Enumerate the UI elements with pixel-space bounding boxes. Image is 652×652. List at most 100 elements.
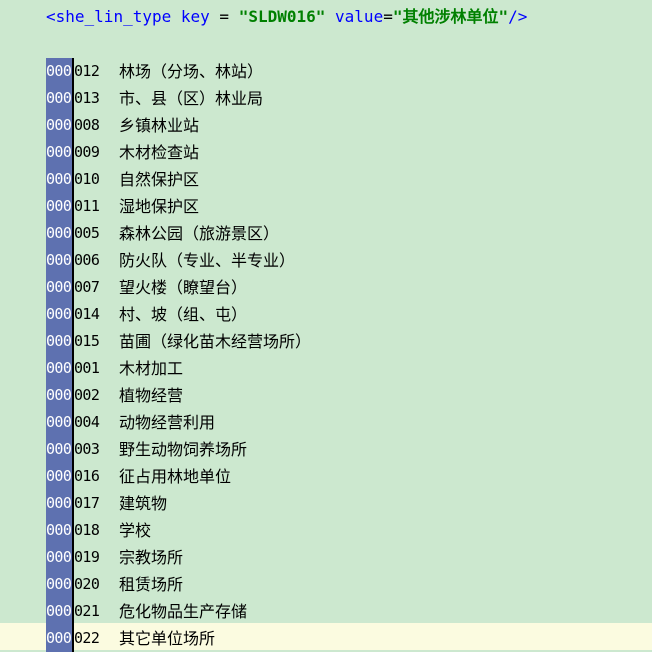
unit-name: 野生动物饲养场所 (119, 440, 248, 459)
list-item[interactable]: 000 013 市、县（区）林业局 (0, 85, 652, 112)
list-item[interactable]: 000 010 自然保护区 (0, 166, 652, 193)
code-suffix: 004 (74, 413, 100, 431)
code-suffix: 019 (74, 548, 100, 566)
code-suffix: 001 (74, 359, 100, 377)
code-suffix: 006 (74, 251, 100, 269)
code-prefix-selected: 000 (46, 62, 72, 80)
code-prefix-selected: 000 (46, 602, 72, 620)
list-item[interactable]: 000 004 动物经营利用 (0, 409, 652, 436)
xml-self-close: /> (508, 7, 528, 26)
unit-name: 植物经营 (119, 386, 184, 405)
code-prefix-selected: 000 (46, 116, 72, 134)
list-item[interactable]: 000 016 征占用林地单位 (0, 463, 652, 490)
code-prefix-selected: 000 (46, 332, 72, 350)
code-suffix: 021 (74, 602, 100, 620)
unit-name: 市、县（区）林业局 (119, 89, 264, 108)
code-prefix-selected: 000 (46, 386, 72, 404)
text-caret (72, 58, 74, 652)
code-suffix: 015 (74, 332, 100, 350)
code-suffix: 002 (74, 386, 100, 404)
list-item[interactable]: 000 018 学校 (0, 517, 652, 544)
code-suffix: 012 (74, 62, 100, 80)
code-suffix: 017 (74, 494, 100, 512)
unit-name: 建筑物 (119, 494, 168, 513)
list-item[interactable]: 000 012 林场（分场、林站） (0, 58, 652, 85)
code-suffix: 016 (74, 467, 100, 485)
xml-key-value: "SLDW016" (238, 7, 326, 26)
code-list: 000 012 林场（分场、林站） 000 013 市、县（区）林业局 000 008 乡镇林业… (0, 58, 652, 652)
code-prefix-selected: 000 (46, 521, 72, 539)
code-prefix-selected: 000 (46, 89, 72, 107)
unit-name: 宗教场所 (119, 548, 184, 567)
list-item[interactable]: 000 011 湿地保护区 (0, 193, 652, 220)
unit-name: 林场（分场、林站） (119, 62, 264, 81)
xml-value-equals: = (383, 7, 393, 26)
list-item[interactable]: 000 022 其它单位场所 (0, 625, 652, 652)
xml-open-bracket: < (46, 7, 56, 26)
list-item[interactable]: 000 021 危化物品生产存储 (0, 598, 652, 625)
unit-name: 危化物品生产存储 (119, 602, 248, 621)
unit-name: 防火队（专业、半专业） (119, 251, 296, 270)
list-item[interactable]: 000 002 植物经营 (0, 382, 652, 409)
code-suffix: 018 (74, 521, 100, 539)
unit-name: 自然保护区 (119, 170, 200, 189)
code-suffix: 011 (74, 197, 100, 215)
code-prefix-selected: 000 (46, 305, 72, 323)
xml-attr-value: value (335, 7, 384, 26)
unit-name: 动物经营利用 (119, 413, 216, 432)
code-prefix-selected: 000 (46, 170, 72, 188)
list-item[interactable]: 000 019 宗教场所 (0, 544, 652, 571)
code-suffix: 008 (74, 116, 100, 134)
unit-name: 望火楼（瞭望台） (119, 278, 248, 297)
code-suffix: 022 (74, 629, 100, 647)
code-prefix-selected: 000 (46, 251, 72, 269)
unit-name: 木材检查站 (119, 143, 200, 162)
code-prefix-selected: 000 (46, 494, 72, 512)
code-suffix: 014 (74, 305, 100, 323)
list-item[interactable]: 000 005 森林公园（旅游景区） (0, 220, 652, 247)
code-suffix: 020 (74, 575, 100, 593)
code-prefix-selected: 000 (46, 413, 72, 431)
code-prefix-selected: 000 (46, 629, 72, 647)
code-prefix-selected: 000 (46, 548, 72, 566)
xml-key-equals: = (209, 7, 239, 26)
text-editor[interactable]: <she_lin_type key = "SLDW016" value="其他涉… (0, 0, 652, 652)
list-item[interactable]: 000 015 苗圃（绿化苗木经营场所） (0, 328, 652, 355)
code-suffix: 005 (74, 224, 100, 242)
xml-tag-name: she_lin_type (55, 7, 172, 26)
list-item[interactable]: 000 014 村、坡（组、屯） (0, 301, 652, 328)
unit-name: 其它单位场所 (119, 629, 216, 648)
code-prefix-selected: 000 (46, 467, 72, 485)
unit-name: 木材加工 (119, 359, 184, 378)
unit-name: 森林公园（旅游景区） (119, 224, 280, 243)
code-prefix-selected: 000 (46, 575, 72, 593)
xml-value-value: "其他涉林单位" (392, 7, 509, 26)
unit-name: 学校 (119, 521, 152, 540)
code-suffix: 009 (74, 143, 100, 161)
list-item[interactable]: 000 020 租赁场所 (0, 571, 652, 598)
xml-element-line[interactable]: <she_lin_type key = "SLDW016" value="其他涉… (46, 6, 527, 28)
code-prefix-selected: 000 (46, 440, 72, 458)
list-item[interactable]: 000 003 野生动物饲养场所 (0, 436, 652, 463)
code-suffix: 010 (74, 170, 100, 188)
code-suffix: 013 (74, 89, 100, 107)
code-prefix-selected: 000 (46, 197, 72, 215)
unit-name: 租赁场所 (119, 575, 184, 594)
list-item[interactable]: 000 009 木材检查站 (0, 139, 652, 166)
unit-name: 湿地保护区 (119, 197, 200, 216)
unit-name: 征占用林地单位 (119, 467, 232, 486)
unit-name: 乡镇林业站 (119, 116, 200, 135)
list-item[interactable]: 000 008 乡镇林业站 (0, 112, 652, 139)
list-item[interactable]: 000 006 防火队（专业、半专业） (0, 247, 652, 274)
code-prefix-selected: 000 (46, 359, 72, 377)
code-suffix: 003 (74, 440, 100, 458)
list-item[interactable]: 000 001 木材加工 (0, 355, 652, 382)
list-item[interactable]: 000 007 望火楼（瞭望台） (0, 274, 652, 301)
code-prefix-selected: 000 (46, 278, 72, 296)
code-prefix-selected: 000 (46, 224, 72, 242)
list-item[interactable]: 000 017 建筑物 (0, 490, 652, 517)
code-prefix-selected: 000 (46, 143, 72, 161)
code-suffix: 007 (74, 278, 100, 296)
xml-attr-key: key (180, 7, 210, 26)
unit-name: 村、坡（组、屯） (119, 305, 248, 324)
